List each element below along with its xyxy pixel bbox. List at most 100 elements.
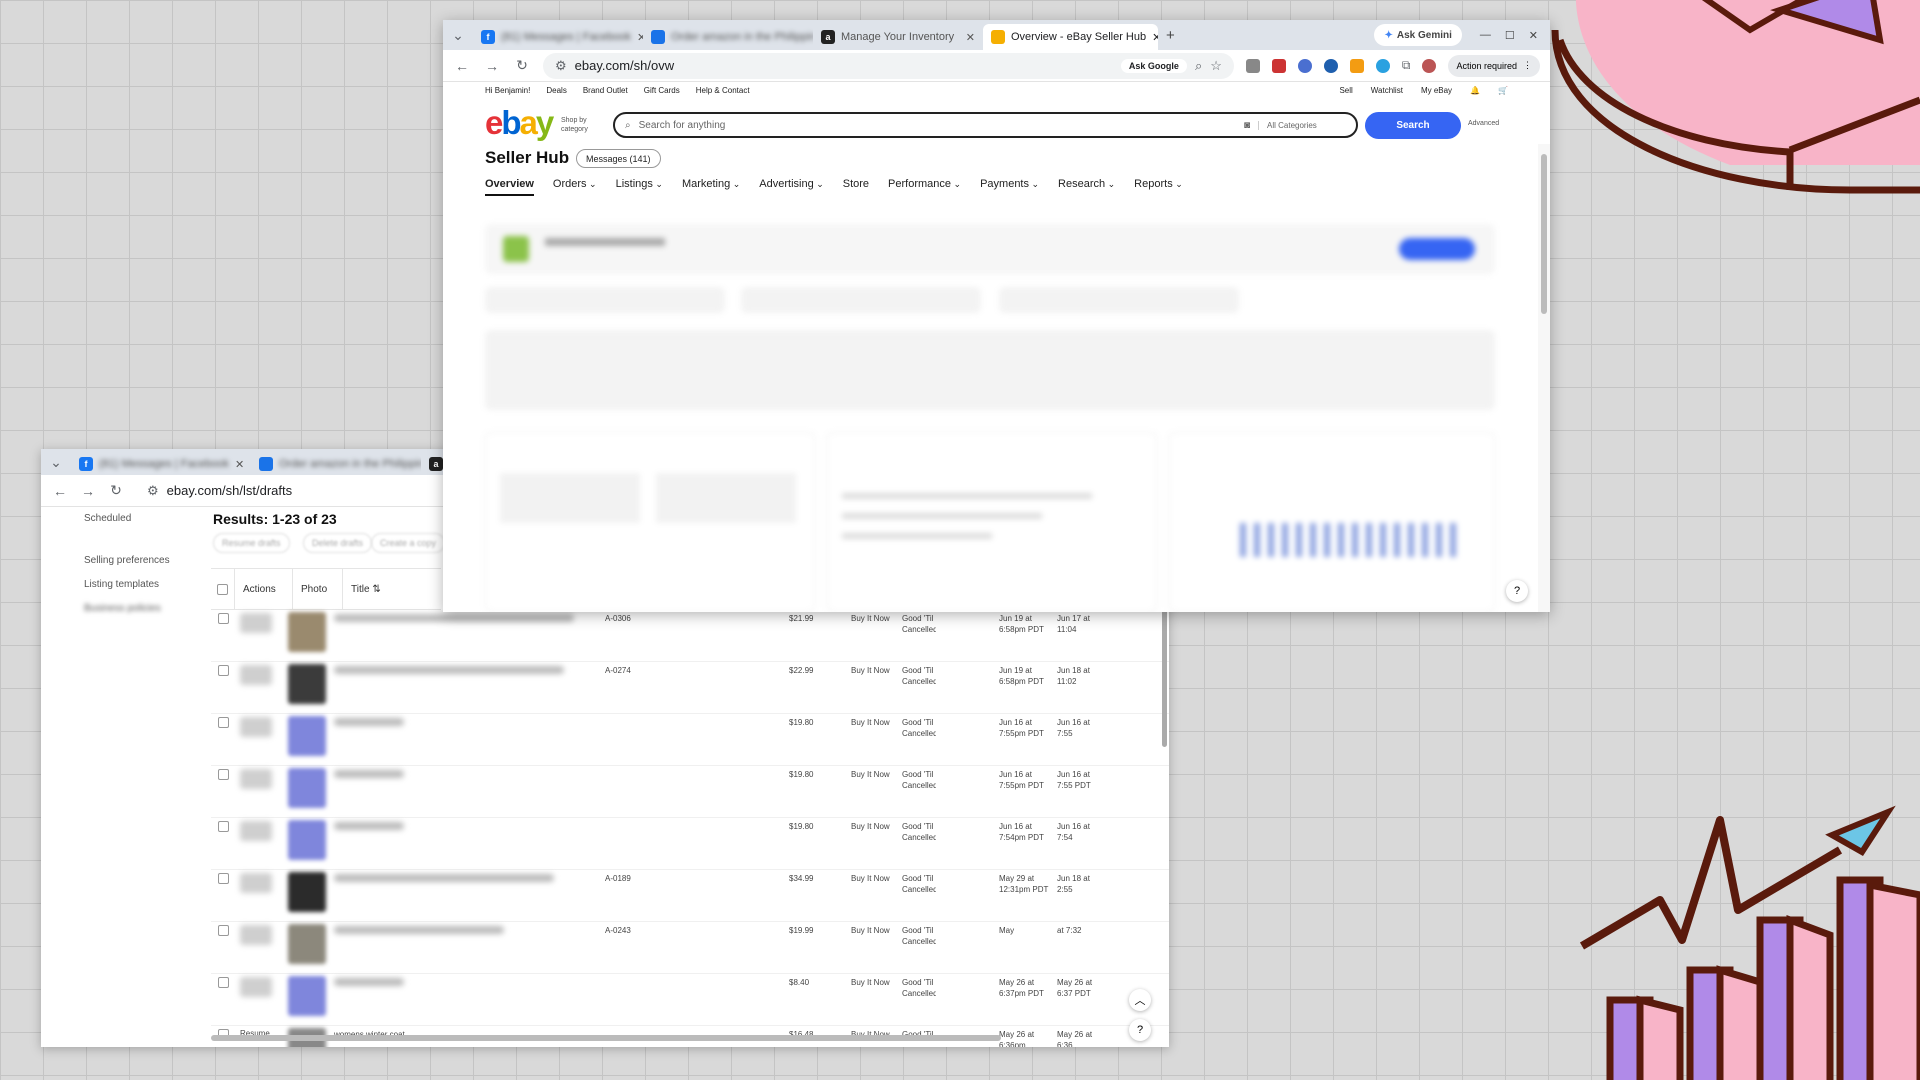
site-settings-icon[interactable]: ⚙ [555, 58, 567, 74]
item-title[interactable] [334, 874, 554, 882]
reload-icon[interactable]: ↻ [513, 57, 531, 74]
tab-seller-hub[interactable]: Overview - eBay Seller Hub ✕ [983, 24, 1158, 50]
item-title[interactable] [334, 770, 404, 778]
ebay-logo[interactable]: ebay [485, 104, 554, 142]
tab-amazon-order[interactable]: Order amazon in the Philippin ✕ [251, 453, 421, 475]
help-contact-link[interactable]: Help & Contact [696, 86, 750, 100]
messages-button[interactable]: Messages (141) [576, 149, 661, 168]
menu-reports[interactable]: Reports ⌄ [1134, 178, 1183, 196]
extension-2-icon[interactable] [1271, 58, 1286, 73]
row-actions-button[interactable] [240, 821, 272, 841]
menu-orders[interactable]: Orders ⌄ [553, 178, 597, 196]
row-actions-button[interactable] [240, 873, 272, 893]
extensions-puzzle-icon[interactable]: ⧉ [1402, 58, 1411, 73]
menu-payments[interactable]: Payments ⌄ [980, 178, 1039, 196]
menu-store[interactable]: Store [843, 178, 869, 196]
column-title[interactable]: Title ⇅ [343, 569, 441, 609]
row-actions-button[interactable] [240, 665, 272, 685]
tab-manage-inventory[interactable]: a Manage Your Inventory ✕ [813, 24, 983, 50]
menu-performance[interactable]: Performance ⌄ [888, 178, 961, 196]
watchlist-menu[interactable]: Watchlist [1371, 86, 1403, 100]
row-actions-button[interactable] [240, 769, 272, 789]
zoom-icon[interactable]: ⌕ [1195, 58, 1202, 74]
menu-overview[interactable]: Overview [485, 178, 534, 196]
tab-search-icon[interactable]: ⌄ [449, 27, 467, 44]
back-arrow-icon[interactable]: ← [453, 58, 471, 74]
row-checkbox[interactable] [218, 613, 229, 624]
nav-business-policies[interactable]: Business policies [84, 603, 161, 614]
row-checkbox[interactable] [218, 821, 229, 832]
row-checkbox[interactable] [218, 873, 229, 884]
delete-drafts-button[interactable]: Delete drafts [303, 533, 373, 553]
greeting-menu[interactable]: Hi Benjamin! [485, 86, 530, 100]
select-all-checkbox[interactable] [217, 583, 228, 595]
shop-by-category-button[interactable]: Shop by category [561, 116, 605, 134]
profile-avatar[interactable] [1422, 58, 1437, 73]
item-title[interactable] [334, 822, 404, 830]
maximize-icon[interactable]: ☐ [1505, 29, 1515, 42]
notification-bell-icon[interactable]: 🔔 [1470, 86, 1480, 100]
search-input[interactable]: ⌕ Search for anything ◙ All Categories [613, 112, 1358, 138]
nav-selling-preferences[interactable]: Selling preferences [84, 555, 170, 566]
item-title[interactable] [334, 978, 404, 986]
row-checkbox[interactable] [218, 925, 229, 936]
item-title[interactable] [334, 666, 564, 674]
camera-icon[interactable]: ◙ [1244, 120, 1250, 131]
scroll-to-top-button[interactable]: ︿ [1129, 989, 1151, 1011]
tab-facebook[interactable]: f (81) Messages | Facebook ✕ [71, 453, 251, 475]
row-actions-button[interactable] [240, 925, 272, 945]
item-title[interactable] [334, 614, 574, 622]
row-actions-button[interactable] [240, 977, 272, 997]
row-checkbox[interactable] [218, 977, 229, 988]
vertical-scrollbar[interactable] [1538, 144, 1550, 612]
row-checkbox[interactable] [218, 769, 229, 780]
gift-cards-link[interactable]: Gift Cards [644, 86, 680, 100]
back-arrow-icon[interactable]: ← [51, 483, 69, 499]
close-icon[interactable]: ✕ [966, 31, 975, 44]
menu-marketing[interactable]: Marketing ⌄ [682, 178, 740, 196]
tab-facebook[interactable]: f (81) Messages | Facebook ✕ [473, 24, 643, 50]
forward-arrow-icon[interactable]: → [483, 58, 501, 74]
my-ebay-menu[interactable]: My eBay [1421, 86, 1452, 100]
menu-advertising[interactable]: Advertising ⌄ [759, 178, 823, 196]
filter-dropdown-2[interactable] [741, 287, 981, 313]
rss-icon[interactable] [1349, 58, 1364, 73]
row-actions-button[interactable] [240, 717, 272, 737]
close-icon[interactable]: ✕ [235, 458, 244, 471]
bookmark-star-icon[interactable]: ☆ [1210, 58, 1222, 74]
resume-drafts-button[interactable]: Resume drafts [213, 533, 290, 553]
extension-4-icon[interactable] [1323, 58, 1338, 73]
item-title[interactable] [334, 926, 504, 934]
brand-outlet-link[interactable]: Brand Outlet [583, 86, 628, 100]
extension-3-icon[interactable] [1297, 58, 1312, 73]
category-select[interactable]: All Categories [1258, 120, 1346, 130]
forward-arrow-icon[interactable]: → [79, 483, 97, 499]
tab-search-icon[interactable]: ⌄ [47, 454, 65, 471]
minimize-icon[interactable]: — [1480, 29, 1491, 41]
ask-gemini-button[interactable]: ✦ Ask Gemini [1374, 24, 1462, 46]
horizontal-scrollbar[interactable] [211, 1035, 1001, 1041]
nav-scheduled[interactable]: Scheduled [84, 513, 131, 524]
new-tab-icon[interactable]: + [1166, 27, 1175, 44]
row-actions-button[interactable] [240, 613, 272, 633]
vertical-scrollbar[interactable] [1162, 607, 1167, 747]
sell-link[interactable]: Sell [1339, 86, 1352, 100]
search-button[interactable]: Search [1365, 112, 1461, 139]
row-checkbox[interactable] [218, 665, 229, 676]
cart-icon[interactable]: 🛒 [1498, 86, 1508, 100]
ask-google-button[interactable]: Ask Google [1120, 58, 1187, 73]
menu-listings[interactable]: Listings ⌄ [616, 178, 663, 196]
close-icon[interactable]: ✕ [1152, 31, 1158, 44]
close-window-icon[interactable]: ✕ [1529, 29, 1538, 42]
site-settings-icon[interactable]: ⚙ [147, 483, 159, 499]
deals-link[interactable]: Deals [546, 86, 566, 100]
action-required-button[interactable]: Action required ⋮ [1448, 54, 1540, 77]
sort-icon[interactable]: ⇅ [372, 584, 380, 595]
help-button[interactable]: ? [1506, 580, 1528, 602]
advanced-search-link[interactable]: Advanced [1468, 120, 1499, 127]
reload-icon[interactable]: ↻ [107, 482, 125, 499]
filter-dropdown-1[interactable] [485, 287, 725, 313]
item-title[interactable] [334, 718, 404, 726]
menu-research[interactable]: Research ⌄ [1058, 178, 1115, 196]
help-button[interactable]: ? [1129, 1019, 1151, 1041]
